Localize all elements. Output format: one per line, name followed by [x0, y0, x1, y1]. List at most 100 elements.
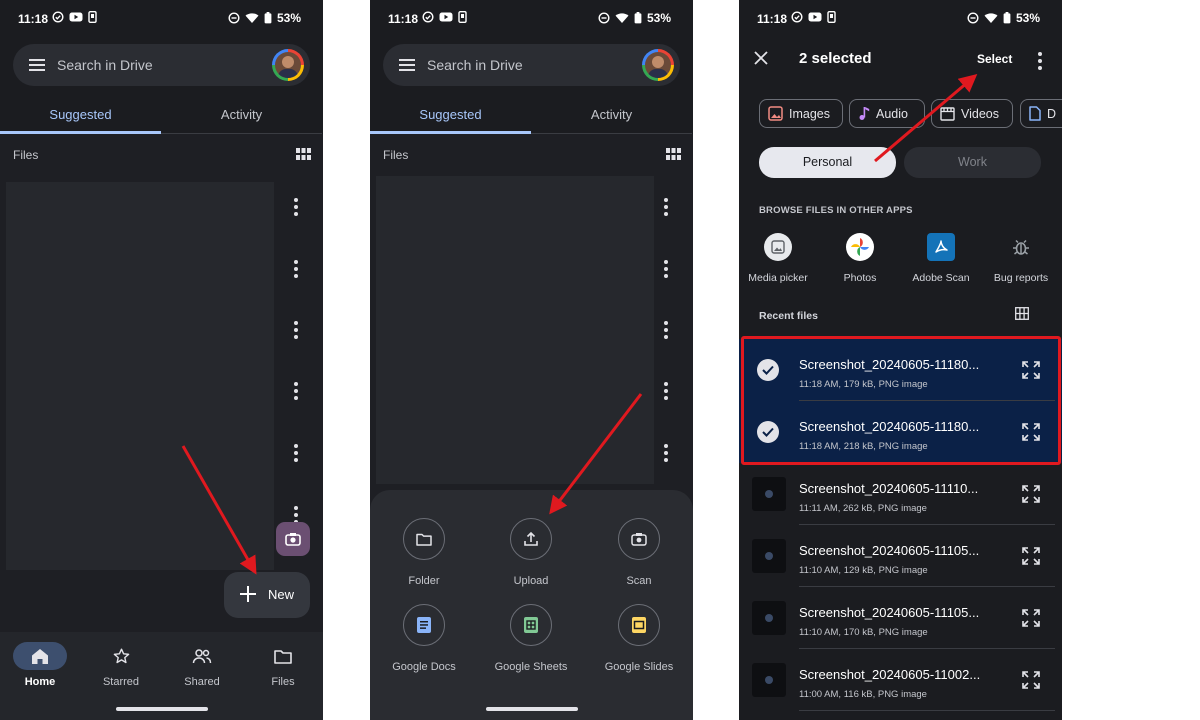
app-photos-label: Photos — [843, 272, 877, 284]
segment-work[interactable]: Work — [904, 147, 1041, 178]
select-button[interactable]: Select — [977, 52, 1012, 66]
expand-icon[interactable] — [1021, 484, 1041, 509]
phone-icon — [88, 11, 97, 23]
more-options-icon[interactable] — [294, 382, 298, 400]
expand-icon[interactable] — [1021, 546, 1041, 571]
grid-view-icon[interactable] — [296, 148, 311, 160]
app-bug-reports[interactable]: Bug reports — [980, 233, 1062, 284]
do-not-disturb-icon — [228, 12, 240, 24]
file-row[interactable]: Screenshot_20240605-11105... 11:10 AM, 12… — [739, 525, 1062, 587]
more-options-icon[interactable] — [294, 260, 298, 278]
bug-glyph — [1013, 239, 1029, 255]
file-thumbnail — [752, 477, 786, 511]
more-options-icon[interactable] — [664, 321, 668, 339]
tab-suggested-label: Suggested — [419, 107, 482, 122]
create-upload-button[interactable]: Upload — [477, 518, 585, 587]
more-options-icon[interactable] — [664, 198, 668, 216]
create-scan-button[interactable]: Scan — [585, 518, 693, 587]
google-sheets-icon — [524, 617, 538, 633]
more-options-icon[interactable] — [1038, 52, 1042, 70]
more-options-icon[interactable] — [664, 382, 668, 400]
new-button[interactable]: New — [224, 572, 310, 618]
chip-videos[interactable]: Videos — [931, 99, 1013, 128]
file-name: Screenshot_20240605-11105... — [799, 543, 980, 558]
file-row[interactable]: Screenshot_20240605-11105... 11:10 AM, 17… — [739, 587, 1062, 649]
nav-home-pill — [13, 642, 67, 670]
nav-home[interactable]: Home — [0, 642, 80, 688]
file-card[interactable] — [376, 176, 654, 484]
bottom-navigation: Home Starred Shared Files — [0, 632, 323, 720]
search-placeholder[interactable]: Search in Drive — [427, 57, 523, 73]
chip-audio[interactable]: Audio — [849, 99, 925, 128]
more-options-icon[interactable] — [294, 444, 298, 462]
google-docs-icon — [417, 617, 431, 633]
create-folder-button[interactable]: Folder — [370, 518, 478, 587]
wifi-icon — [615, 13, 629, 23]
nav-files-pill — [256, 642, 310, 670]
app-adobe-scan[interactable]: Adobe Scan — [900, 233, 982, 284]
create-docs-label: Google Docs — [392, 661, 456, 673]
people-icon — [192, 649, 212, 664]
create-slides-circle — [618, 604, 660, 646]
app-adobe-scan-label: Adobe Scan — [912, 272, 970, 284]
file-row[interactable]: Screenshot_20240605-11002... 11:00 AM, 11… — [739, 649, 1062, 711]
chip-images[interactable]: Images — [759, 99, 843, 128]
file-card[interactable] — [6, 182, 274, 570]
file-name: Screenshot_20240605-11002... — [799, 667, 981, 682]
search-bar[interactable]: Search in Drive — [383, 44, 680, 86]
tab-suggested[interactable]: Suggested — [370, 98, 531, 134]
app-media-picker[interactable]: Media picker — [739, 233, 819, 284]
camera-scan-button[interactable] — [276, 522, 310, 556]
avatar[interactable] — [272, 49, 304, 81]
search-bar[interactable]: Search in Drive — [13, 44, 310, 86]
grid-view-icon[interactable] — [666, 148, 681, 160]
google-slides-icon — [632, 617, 646, 633]
avatar[interactable] — [642, 49, 674, 81]
grid-view-icon[interactable] — [1015, 307, 1029, 320]
file-row[interactable]: Screenshot_20240605-11110... 11:11 AM, 26… — [739, 463, 1062, 525]
file-meta: 11:00 AM, 116 kB, PNG image — [799, 689, 927, 700]
create-google-sheets-button[interactable]: Google Sheets — [477, 604, 585, 673]
close-icon[interactable] — [753, 50, 769, 66]
more-options-icon[interactable] — [294, 321, 298, 339]
do-not-disturb-icon — [967, 12, 979, 24]
app-photos[interactable]: Photos — [819, 233, 901, 284]
nav-starred[interactable]: Starred — [81, 642, 161, 688]
phone-icon — [458, 11, 467, 23]
menu-icon[interactable] — [399, 58, 415, 72]
create-google-docs-button[interactable]: Google Docs — [370, 604, 478, 673]
chip-images-label: Images — [789, 106, 830, 121]
more-options-icon[interactable] — [294, 198, 298, 216]
plus-icon — [240, 586, 256, 602]
folder-icon — [416, 533, 432, 546]
more-options-icon[interactable] — [664, 260, 668, 278]
nav-starred-pill — [94, 642, 148, 670]
segment-personal[interactable]: Personal — [759, 147, 896, 178]
nav-shared[interactable]: Shared — [162, 642, 242, 688]
create-folder-label: Folder — [408, 575, 440, 587]
pinwheel-glyph — [851, 238, 869, 256]
file-thumbnail — [752, 539, 786, 573]
tab-suggested[interactable]: Suggested — [0, 98, 161, 134]
expand-icon[interactable] — [1021, 608, 1041, 633]
create-google-slides-button[interactable]: Google Slides — [585, 604, 693, 673]
nav-files[interactable]: Files — [243, 642, 323, 688]
search-placeholder[interactable]: Search in Drive — [57, 57, 153, 73]
avatar-photo — [645, 52, 671, 78]
chip-documents[interactable]: D — [1020, 99, 1062, 128]
upload-icon — [524, 531, 538, 546]
more-options-icon[interactable] — [664, 444, 668, 462]
tab-activity[interactable]: Activity — [531, 98, 692, 134]
phone-create-sheet: 11:18 53% Search in Drive Suggested Acti… — [370, 0, 693, 720]
camera-icon — [285, 533, 301, 546]
expand-icon[interactable] — [1021, 670, 1041, 695]
folder-icon — [274, 649, 292, 664]
create-upload-circle — [510, 518, 552, 560]
new-button-label: New — [268, 587, 295, 602]
tab-activity[interactable]: Activity — [161, 98, 322, 134]
menu-icon[interactable] — [29, 58, 45, 72]
tutorial-page: 11:18 53% Search in Drive Suggested Acti… — [0, 0, 1200, 720]
google-photos-icon — [846, 233, 874, 261]
battery-icon — [264, 12, 272, 24]
app-bug-reports-label: Bug reports — [993, 272, 1049, 284]
